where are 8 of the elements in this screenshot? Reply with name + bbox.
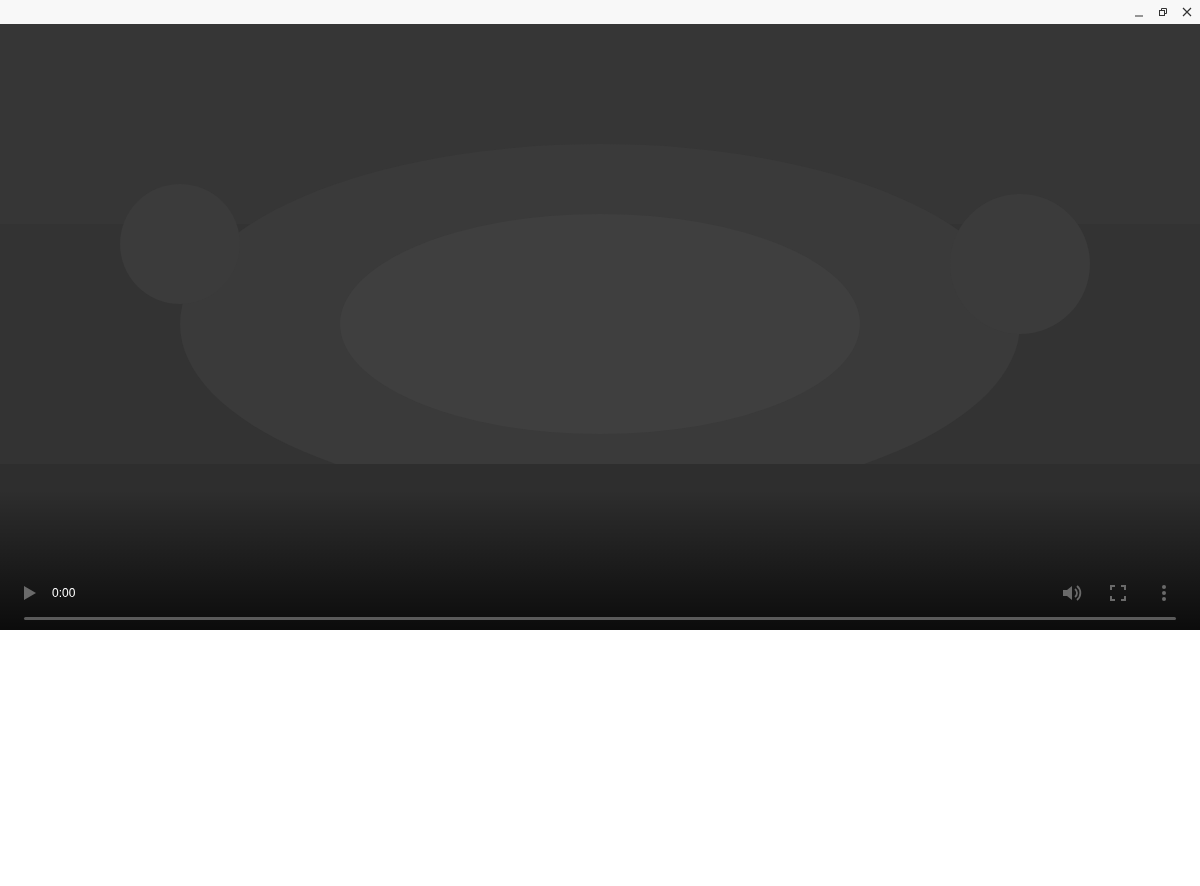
time-display: 0:00 <box>52 586 76 600</box>
minimize-icon <box>1134 15 1144 17</box>
more-icon <box>1161 584 1167 602</box>
fullscreen-icon <box>1110 585 1126 601</box>
play-icon <box>23 585 37 601</box>
speaker-icon <box>1062 584 1082 602</box>
restore-icon <box>1158 7 1168 17</box>
close-icon <box>1182 7 1192 17</box>
